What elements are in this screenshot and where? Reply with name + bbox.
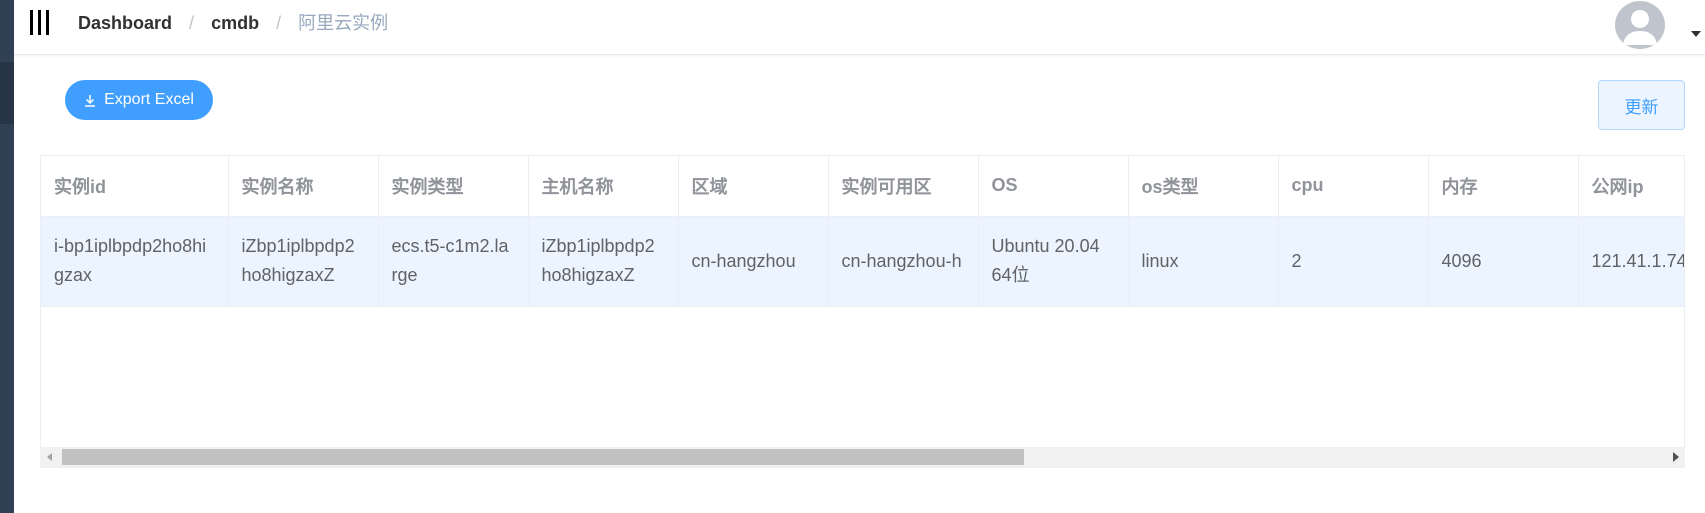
column-header[interactable]: 实例可用区 xyxy=(828,156,979,217)
caret-down-icon[interactable] xyxy=(1691,31,1701,37)
column-header[interactable]: OS xyxy=(978,156,1129,217)
column-header[interactable]: 主机名称 xyxy=(528,156,679,217)
cell-region: cn-hangzhou xyxy=(678,216,829,307)
cell-instance-id: i-bp1iplbpdp2ho8higzax xyxy=(41,216,229,307)
table-row[interactable]: i-bp1iplbpdp2ho8higzax iZbp1iplbpdp2ho8h… xyxy=(41,216,1684,307)
download-icon xyxy=(85,94,96,107)
cell-public-ip: 121.41.1.74 xyxy=(1578,216,1684,307)
cell-instance-type: ecs.t5-c1m2.large xyxy=(378,216,529,307)
hamburger-icon[interactable] xyxy=(30,10,50,36)
cell-memory: 4096 xyxy=(1428,216,1579,307)
column-header[interactable]: cpu xyxy=(1278,156,1429,217)
column-header[interactable]: 区域 xyxy=(678,156,829,217)
column-header[interactable]: 实例id xyxy=(41,156,229,217)
cell-cpu: 2 xyxy=(1278,216,1429,307)
cell-os-type: linux xyxy=(1128,216,1279,307)
table-header-row: 实例id 实例名称 实例类型 主机名称 区域 实例可用区 OS os类型 cpu… xyxy=(41,156,1684,217)
scroll-right-icon[interactable] xyxy=(1673,452,1679,462)
breadcrumb-separator: / xyxy=(189,13,195,33)
sidebar-active-item[interactable] xyxy=(0,62,14,124)
breadcrumb: Dashboard / cmdb / 阿里云实例 xyxy=(78,12,388,34)
column-header[interactable]: os类型 xyxy=(1128,156,1279,217)
column-header[interactable]: 实例名称 xyxy=(228,156,379,217)
column-header[interactable]: 内存 xyxy=(1428,156,1579,217)
breadcrumb-separator: / xyxy=(276,13,282,33)
horizontal-scrollbar[interactable] xyxy=(40,447,1685,467)
breadcrumb-current: 阿里云实例 xyxy=(298,13,389,33)
export-excel-button[interactable]: Export Excel xyxy=(65,80,213,120)
user-avatar-icon[interactable] xyxy=(1615,1,1665,49)
column-header[interactable]: 公网ip xyxy=(1578,156,1684,217)
scrollbar-thumb[interactable] xyxy=(62,449,1024,465)
cell-instance-name: iZbp1iplbpdp2ho8higzaxZ xyxy=(228,216,379,307)
breadcrumb-dashboard[interactable]: Dashboard xyxy=(78,13,172,33)
navbar: Dashboard / cmdb / 阿里云实例 xyxy=(14,0,1705,55)
scroll-left-icon[interactable] xyxy=(47,453,52,461)
column-header[interactable]: 实例类型 xyxy=(378,156,529,217)
breadcrumb-cmdb[interactable]: cmdb xyxy=(211,13,259,33)
instances-table: 实例id 实例名称 实例类型 主机名称 区域 实例可用区 OS os类型 cpu… xyxy=(40,155,1685,468)
refresh-button[interactable]: 更新 xyxy=(1598,80,1685,130)
cell-zone: cn-hangzhou-h xyxy=(828,216,979,307)
cell-hostname: iZbp1iplbpdp2ho8higzaxZ xyxy=(528,216,679,307)
cell-os: Ubuntu 20.04 64位 xyxy=(978,216,1129,307)
export-excel-label: Export Excel xyxy=(104,91,194,108)
